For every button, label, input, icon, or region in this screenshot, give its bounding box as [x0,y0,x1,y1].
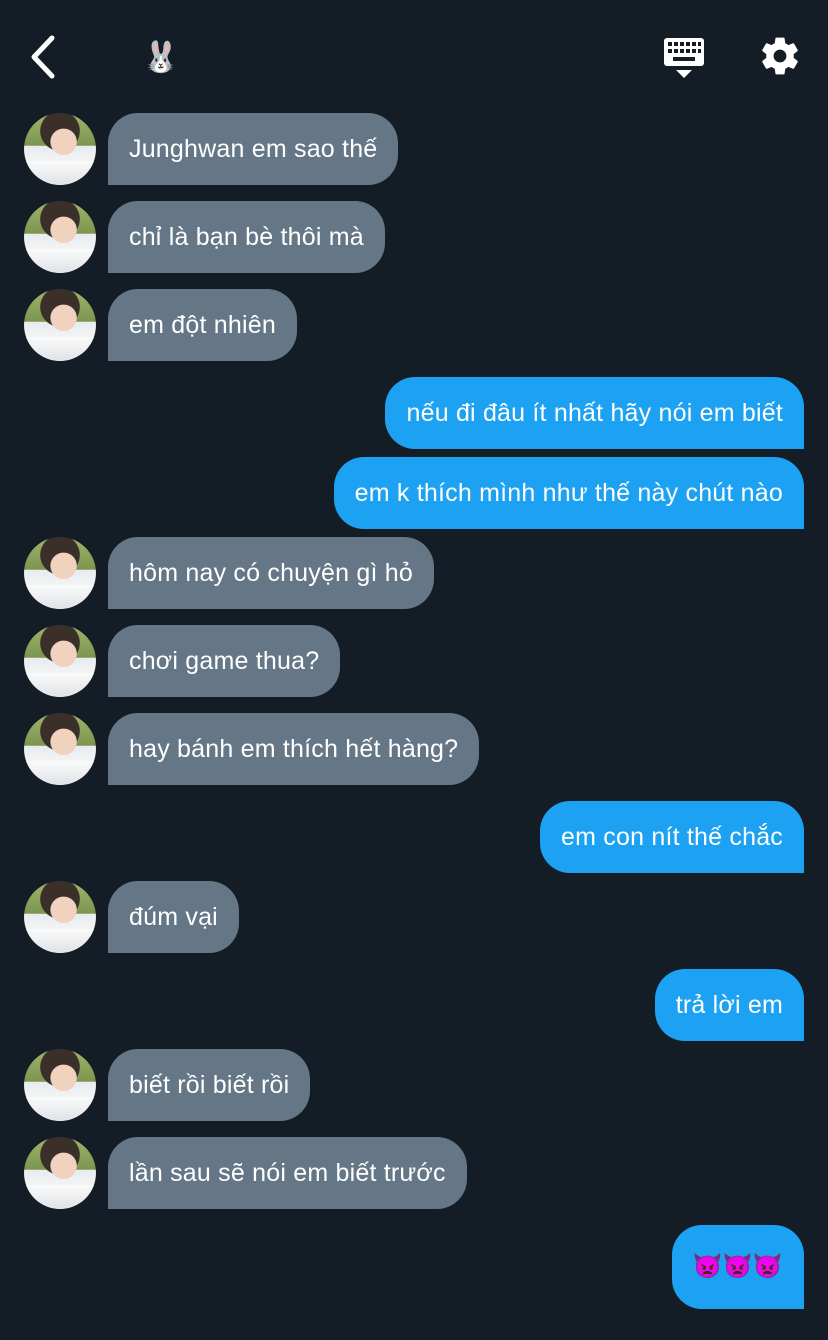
contact-avatar[interactable] [24,289,96,361]
contact-avatar[interactable] [24,625,96,697]
chat-header: 🐰 [0,0,828,110]
contact-avatar[interactable] [24,881,96,953]
contact-avatar[interactable] [24,713,96,785]
incoming-message[interactable]: biết rồi biết rồi [108,1049,311,1121]
incoming-message[interactable]: hay bánh em thích hết hàng? [108,713,480,785]
outgoing-message[interactable]: em k thích mình như thế này chút nào [333,457,804,529]
contact-avatar[interactable] [24,537,96,609]
outgoing-message[interactable]: trả lời em [654,969,804,1041]
settings-button[interactable] [758,34,802,78]
keyboard-icon [664,38,704,78]
incoming-message[interactable]: chỉ là bạn bè thôi mà [108,201,385,273]
back-button[interactable] [26,34,66,80]
contact-avatar[interactable] [24,113,96,185]
outgoing-message[interactable]: 👿👿👿 [671,1225,804,1309]
incoming-message[interactable]: hôm nay có chuyện gì hỏ [108,537,434,609]
incoming-message[interactable]: đúm vại [108,881,239,953]
incoming-message[interactable]: Junghwan em sao thế [108,113,399,185]
incoming-message[interactable]: em đột nhiên [108,289,297,361]
back-arrow-icon [31,35,55,79]
outgoing-message[interactable]: em con nít thế chắc [540,801,804,873]
gear-icon [762,37,798,75]
chat-title[interactable]: 🐰 [142,40,179,76]
contact-avatar[interactable] [24,1049,96,1121]
incoming-message[interactable]: chơi game thua? [108,625,341,697]
outgoing-message[interactable]: nếu đi đâu ít nhất hãy nói em biết [385,377,804,449]
contact-avatar[interactable] [24,201,96,273]
contact-avatar[interactable] [24,1137,96,1209]
incoming-message[interactable]: lần sau sẽ nói em biết trước [108,1137,467,1209]
keyboard-button[interactable] [662,36,706,80]
